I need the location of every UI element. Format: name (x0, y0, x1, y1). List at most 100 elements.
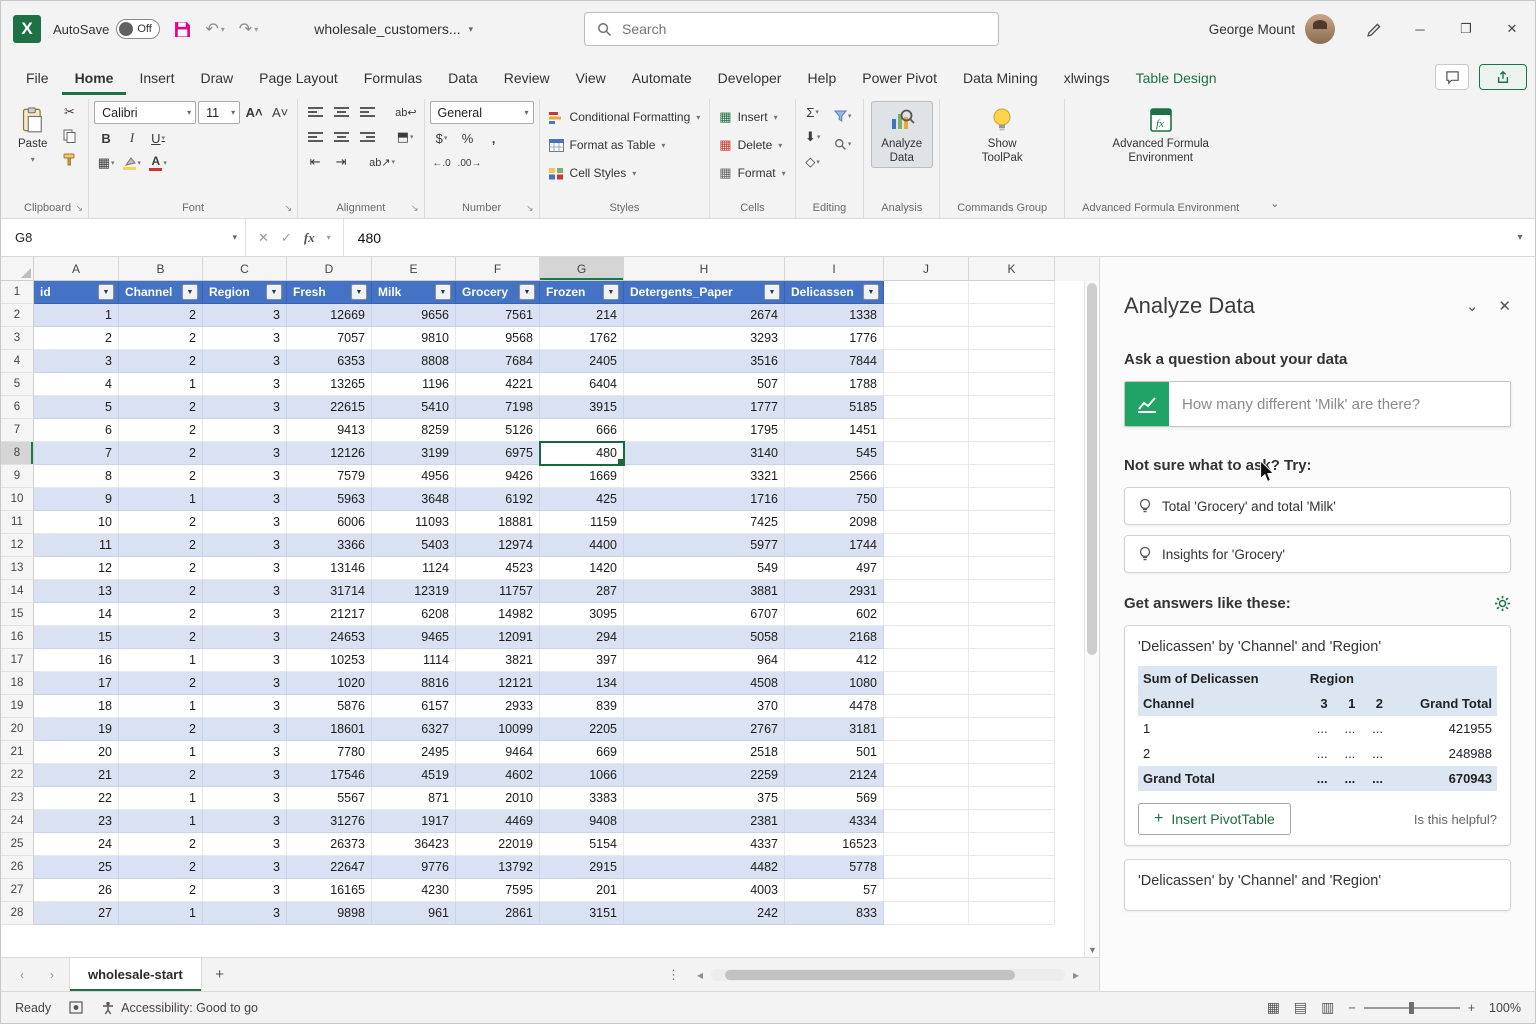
cell-D3[interactable]: 7057 (287, 327, 372, 350)
cell-F2[interactable]: 7561 (456, 304, 540, 327)
insert-function-button[interactable]: fx (304, 230, 315, 246)
cell-E27[interactable]: 4230 (372, 879, 456, 902)
align-right-button[interactable] (355, 126, 379, 148)
cell-I13[interactable]: 497 (785, 557, 884, 580)
normal-view-button[interactable]: ▦ (1267, 999, 1280, 1016)
cell-G17[interactable]: 397 (540, 649, 624, 672)
ribbon-tab-automate[interactable]: Automate (619, 62, 705, 95)
cell-E5[interactable]: 1196 (372, 373, 456, 396)
previous-sheet-button[interactable]: ‹ (9, 968, 35, 982)
cell-H8[interactable]: 3140 (624, 442, 785, 465)
empty-cell[interactable] (969, 442, 1055, 465)
empty-cell[interactable] (884, 281, 969, 304)
cell-D2[interactable]: 12669 (287, 304, 372, 327)
row-header-12[interactable]: 12 (1, 534, 34, 557)
cell-I26[interactable]: 5778 (785, 856, 884, 879)
cut-button[interactable]: ✂ (57, 101, 81, 123)
zoom-in-button[interactable]: + (1468, 1001, 1475, 1015)
font-size-combo[interactable]: 11▾ (198, 101, 240, 124)
cell-C22[interactable]: 3 (203, 764, 287, 787)
ribbon-tab-data[interactable]: Data (435, 62, 491, 95)
empty-cell[interactable] (884, 304, 969, 327)
cell-I17[interactable]: 412 (785, 649, 884, 672)
empty-cell[interactable] (969, 580, 1055, 603)
cell-F6[interactable]: 7198 (456, 396, 540, 419)
empty-cell[interactable] (969, 396, 1055, 419)
cell-A24[interactable]: 23 (34, 810, 119, 833)
empty-cell[interactable] (884, 327, 969, 350)
cell-B3[interactable]: 2 (119, 327, 203, 350)
borders-button[interactable]: ▦▾ (94, 152, 118, 174)
file-name-menu[interactable]: wholesale_customers... ▾ (304, 15, 483, 43)
empty-cell[interactable] (884, 488, 969, 511)
empty-cell[interactable] (969, 419, 1055, 442)
cell-C18[interactable]: 3 (203, 672, 287, 695)
filter-button[interactable]: ▼ (266, 284, 282, 300)
cell-D5[interactable]: 13265 (287, 373, 372, 396)
ribbon-tab-power-pivot[interactable]: Power Pivot (849, 62, 950, 95)
cell-C2[interactable]: 3 (203, 304, 287, 327)
undo-button[interactable]: ↶▾ (205, 19, 224, 39)
cell-G6[interactable]: 3915 (540, 396, 624, 419)
cell-D26[interactable]: 22647 (287, 856, 372, 879)
decrease-decimal-button[interactable]: .00→ (456, 152, 484, 174)
cell-A13[interactable]: 12 (34, 557, 119, 580)
cell-H10[interactable]: 1716 (624, 488, 785, 511)
row-header-27[interactable]: 27 (1, 879, 34, 902)
cell-B28[interactable]: 1 (119, 902, 203, 925)
cell-H3[interactable]: 3293 (624, 327, 785, 350)
empty-cell[interactable] (884, 856, 969, 879)
cell-C28[interactable]: 3 (203, 902, 287, 925)
autosave-toggle[interactable]: AutoSave Off (53, 19, 160, 39)
cell-C3[interactable]: 3 (203, 327, 287, 350)
cell-F5[interactable]: 4221 (456, 373, 540, 396)
align-left-button[interactable] (303, 126, 327, 148)
row-header-10[interactable]: 10 (1, 488, 34, 511)
row-header-25[interactable]: 25 (1, 833, 34, 856)
cell-D12[interactable]: 3366 (287, 534, 372, 557)
cell-H28[interactable]: 242 (624, 902, 785, 925)
cell-A6[interactable]: 5 (34, 396, 119, 419)
cell-D24[interactable]: 31276 (287, 810, 372, 833)
cell-H18[interactable]: 4508 (624, 672, 785, 695)
cell-I23[interactable]: 569 (785, 787, 884, 810)
empty-cell[interactable] (969, 856, 1055, 879)
cell-G25[interactable]: 5154 (540, 833, 624, 856)
cell-F12[interactable]: 12974 (456, 534, 540, 557)
cell-A19[interactable]: 18 (34, 695, 119, 718)
dialog-launcher-icon[interactable]: ↘ (76, 203, 84, 214)
row-header-3[interactable]: 3 (1, 327, 34, 350)
cell-E21[interactable]: 2495 (372, 741, 456, 764)
cell-D23[interactable]: 5567 (287, 787, 372, 810)
row-header-9[interactable]: 9 (1, 465, 34, 488)
cell-G20[interactable]: 2205 (540, 718, 624, 741)
empty-cell[interactable] (969, 626, 1055, 649)
cell-I12[interactable]: 1744 (785, 534, 884, 557)
fill-button[interactable]: ⬇▾ (801, 126, 825, 148)
ink-button[interactable] (1351, 1, 1397, 57)
table-header-cell-Grocery[interactable]: Grocery▼ (456, 281, 540, 304)
cell-F25[interactable]: 22019 (456, 833, 540, 856)
macro-record-icon[interactable] (69, 1001, 83, 1014)
empty-cell[interactable] (884, 580, 969, 603)
number-format-combo[interactable]: General▾ (430, 101, 534, 124)
ribbon-tab-insert[interactable]: Insert (126, 62, 187, 95)
cell-G22[interactable]: 1066 (540, 764, 624, 787)
cell-G27[interactable]: 201 (540, 879, 624, 902)
cell-B15[interactable]: 2 (119, 603, 203, 626)
cell-E12[interactable]: 5403 (372, 534, 456, 557)
filter-button[interactable]: ▼ (98, 284, 114, 300)
cell-H9[interactable]: 3321 (624, 465, 785, 488)
pane-settings-button[interactable] (1494, 595, 1511, 612)
zoom-out-button[interactable]: − (1348, 1001, 1355, 1015)
empty-cell[interactable] (969, 373, 1055, 396)
autosave-switch[interactable]: Off (116, 19, 160, 39)
cell-I21[interactable]: 501 (785, 741, 884, 764)
column-header-I[interactable]: I (785, 257, 884, 281)
cell-A22[interactable]: 21 (34, 764, 119, 787)
redo-button[interactable]: ↷▾ (239, 19, 258, 39)
dialog-launcher-icon[interactable]: ↘ (526, 203, 534, 214)
paste-button[interactable]: Paste ▾ (12, 101, 53, 167)
empty-cell[interactable] (884, 718, 969, 741)
cell-H20[interactable]: 2767 (624, 718, 785, 741)
